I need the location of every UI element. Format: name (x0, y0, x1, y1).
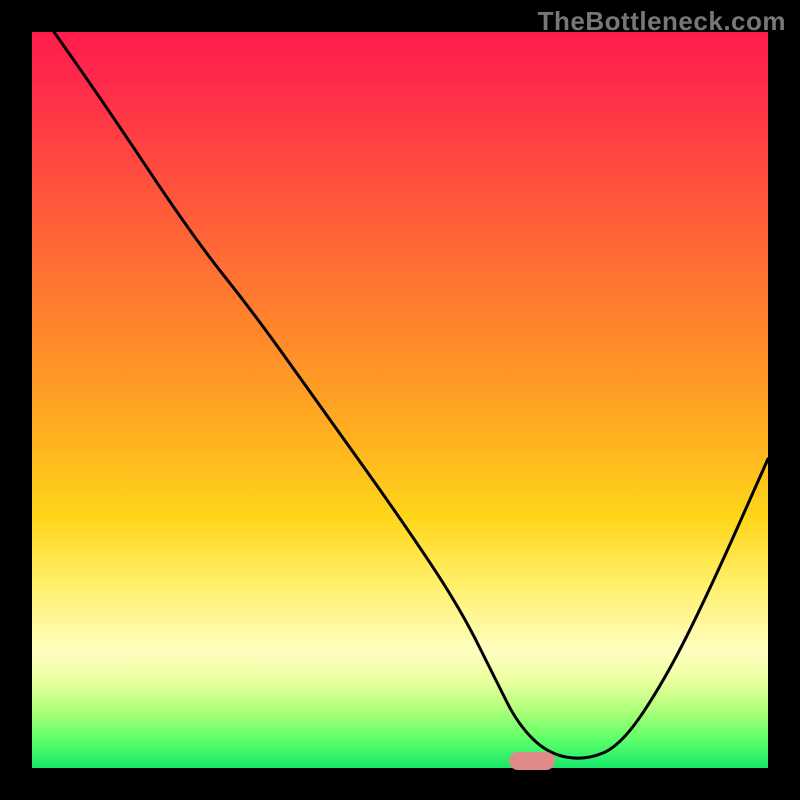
bottleneck-curve (32, 32, 768, 768)
plot-area (32, 32, 768, 768)
optimal-range-marker (509, 752, 555, 770)
chart-frame: TheBottleneck.com (0, 0, 800, 800)
